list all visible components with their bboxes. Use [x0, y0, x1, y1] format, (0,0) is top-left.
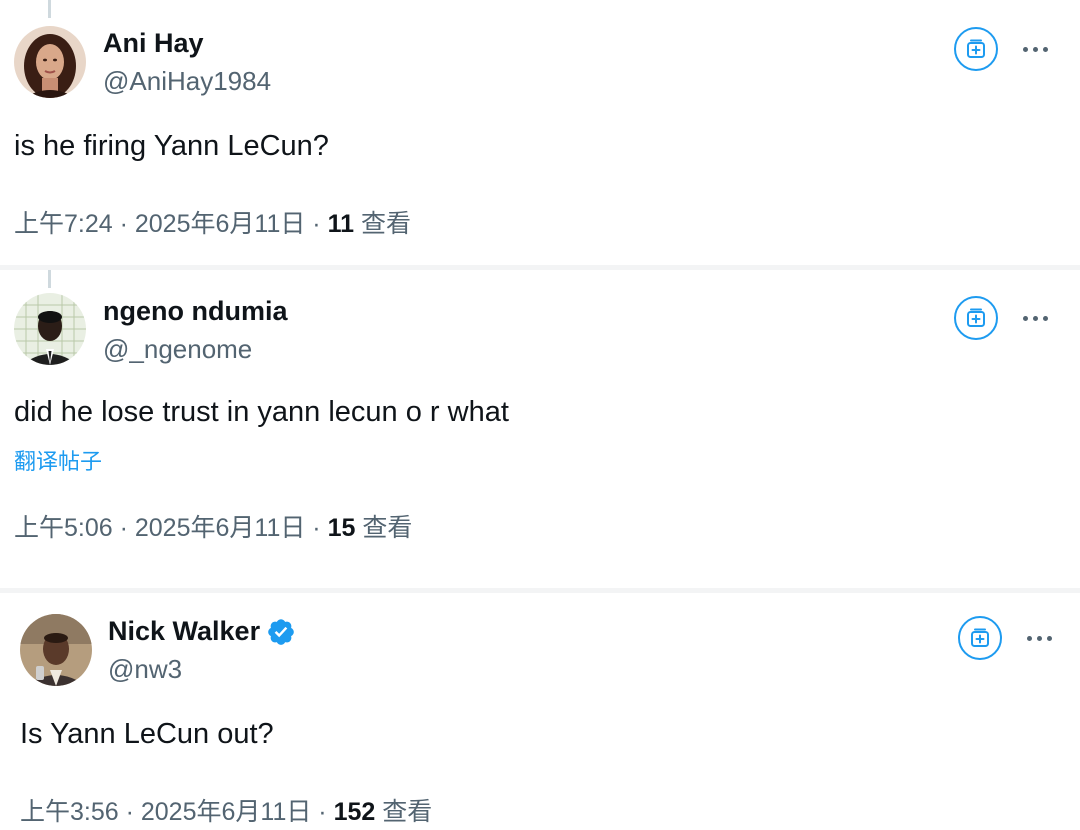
- reply-post[interactable]: Nick Walker @nw3 Is Yann LeCun out? 上午3:…: [0, 594, 1080, 830]
- more-options-button[interactable]: [1017, 39, 1053, 59]
- author-handle[interactable]: @nw3: [108, 654, 182, 685]
- reply-post[interactable]: Ani Hay @AniHay1984 is he firing Yann Le…: [0, 0, 1080, 266]
- more-options-button[interactable]: [1021, 628, 1057, 648]
- avatar-image: [14, 293, 86, 365]
- post-metadata: 上午3:56 · 2025年6月11日 · 152 查看: [20, 792, 432, 828]
- author-name-text[interactable]: Nick Walker: [108, 616, 260, 647]
- views-count: 11: [327, 210, 354, 238]
- avatar[interactable]: [14, 293, 86, 365]
- more-options-button[interactable]: [1017, 308, 1053, 328]
- author-name[interactable]: Nick Walker: [108, 616, 296, 647]
- author-name-text[interactable]: ngeno ndumia: [103, 296, 288, 327]
- verified-badge-icon: [268, 618, 294, 645]
- views-label: 查看: [354, 210, 411, 238]
- thread-connector-line: [48, 0, 51, 18]
- avatar-image: [20, 614, 92, 686]
- author-name-text[interactable]: Ani Hay: [103, 28, 204, 59]
- grok-button[interactable]: [954, 27, 998, 71]
- post-text: did he lose trust in yann lecun o r what: [14, 396, 509, 428]
- more-horizontal-icon: [1032, 315, 1038, 321]
- author-name[interactable]: Ani Hay: [103, 28, 204, 59]
- views-label: 查看: [375, 798, 433, 826]
- post-timestamp[interactable]: 上午7:24 · 2025年6月11日 ·: [14, 210, 328, 238]
- divider: [0, 588, 1080, 593]
- thread-connector-line: [48, 270, 51, 288]
- grok-bookmark-icon: [967, 308, 985, 327]
- more-horizontal-icon: [1032, 46, 1038, 52]
- grok-bookmark-icon: [971, 628, 989, 647]
- post-metadata: 上午7:24 · 2025年6月11日 · 11 查看: [14, 204, 411, 240]
- avatar[interactable]: [20, 614, 92, 686]
- post-text: is he firing Yann LeCun?: [14, 130, 329, 162]
- author-name[interactable]: ngeno ndumia: [103, 296, 288, 327]
- grok-button[interactable]: [954, 296, 998, 340]
- author-handle[interactable]: @_ngenome: [103, 334, 252, 365]
- views-count: 152: [333, 798, 376, 826]
- post-text: Is Yann LeCun out?: [20, 718, 274, 750]
- post-timestamp[interactable]: 上午5:06 · 2025年6月11日 ·: [14, 514, 328, 542]
- more-horizontal-icon: [1022, 46, 1028, 52]
- post-timestamp[interactable]: 上午3:56 · 2025年6月11日 ·: [20, 798, 334, 826]
- more-horizontal-icon: [1046, 635, 1052, 641]
- avatar-image: [14, 26, 86, 98]
- more-horizontal-icon: [1026, 635, 1032, 641]
- avatar[interactable]: [14, 26, 86, 98]
- translate-post-link[interactable]: 翻译帖子: [14, 444, 102, 476]
- views-count: 15: [327, 514, 356, 542]
- author-handle[interactable]: @AniHay1984: [103, 66, 271, 97]
- views-label: 查看: [355, 514, 413, 542]
- more-horizontal-icon: [1036, 635, 1042, 641]
- post-metadata: 上午5:06 · 2025年6月11日 · 15 查看: [14, 508, 412, 544]
- more-horizontal-icon: [1042, 46, 1048, 52]
- grok-button[interactable]: [958, 616, 1002, 660]
- reply-post[interactable]: ngeno ndumia @_ngenome did he lose trust…: [0, 270, 1080, 588]
- more-horizontal-icon: [1042, 315, 1048, 321]
- grok-bookmark-icon: [967, 39, 985, 58]
- more-horizontal-icon: [1022, 315, 1028, 321]
